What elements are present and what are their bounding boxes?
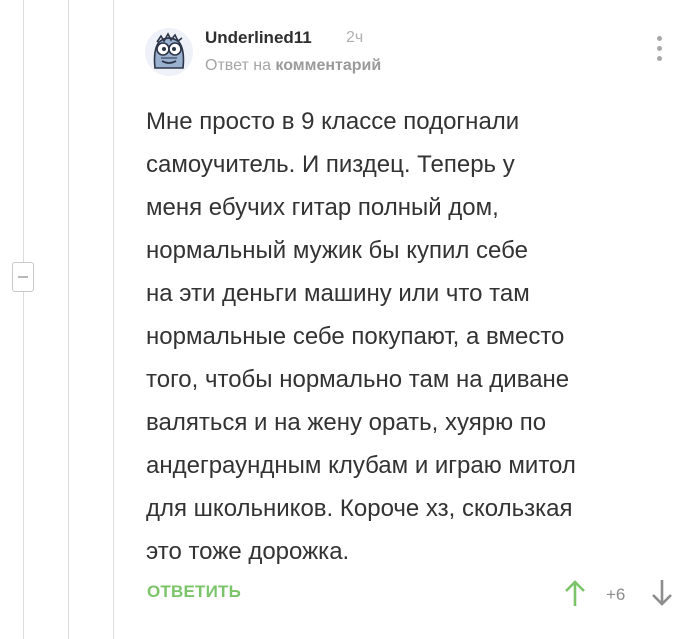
comment-time: 2ч — [346, 29, 364, 46]
author-name[interactable]: Underlined11 — [205, 28, 312, 48]
reply-button[interactable]: ОТВЕТИТЬ — [147, 582, 241, 602]
reply-to-line: Ответ на комментарий — [205, 57, 381, 75]
upvote-button[interactable] — [563, 578, 587, 608]
comment-body: Мне просто в 9 классе подогнали самоучит… — [146, 108, 576, 565]
thread-line — [113, 0, 114, 639]
reply-to-prefix: Ответ на — [205, 57, 271, 74]
arrow-up-icon — [565, 580, 585, 606]
thread-line — [68, 0, 69, 639]
downvote-button[interactable] — [650, 578, 674, 608]
comment-rating: +6 — [606, 585, 626, 604]
minus-collapse-icon — [18, 276, 28, 278]
arrow-down-icon — [652, 580, 672, 606]
collapse-thread-button[interactable] — [12, 262, 34, 292]
thread-line — [23, 0, 24, 639]
reply-to-comment-link[interactable]: комментарий — [275, 57, 381, 74]
vertical-dots-icon[interactable] — [652, 36, 666, 70]
cartoon-face-avatar-icon — [145, 28, 193, 76]
avatar[interactable] — [145, 28, 193, 76]
comment-page: Underlined11 2ч Ответ на комментарий Мне… — [0, 0, 700, 639]
